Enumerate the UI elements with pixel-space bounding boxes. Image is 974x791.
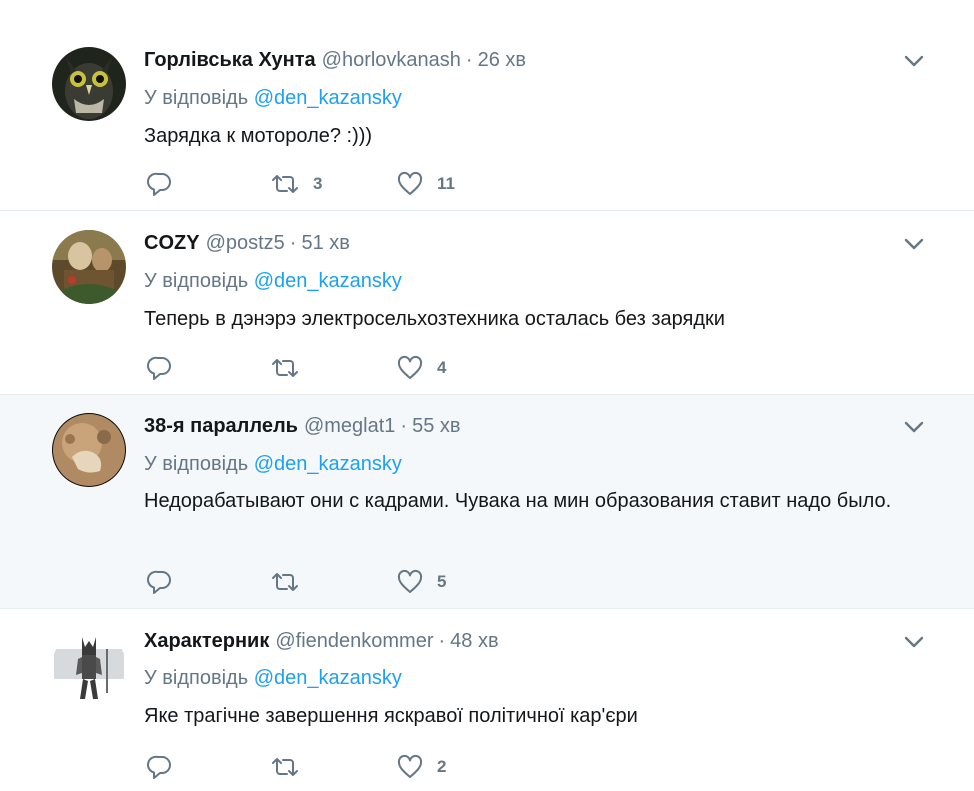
reply-button[interactable] [147, 567, 173, 597]
chevron-down-icon [904, 421, 924, 433]
heart-icon [397, 754, 423, 778]
timestamp[interactable]: 26 хв [478, 49, 526, 71]
separator: · [400, 415, 408, 437]
reply-mention-link[interactable]: @den_kazansky [254, 270, 402, 292]
reply-mention-link[interactable]: @den_kazansky [254, 87, 402, 109]
heart-icon [397, 569, 423, 593]
avatar[interactable] [52, 230, 126, 304]
tweet-menu-button[interactable] [902, 630, 926, 654]
like-count: 2 [437, 757, 447, 776]
reply-button[interactable] [147, 169, 173, 199]
timestamp[interactable]: 51 хв [301, 232, 349, 254]
warrior-avatar-icon [52, 629, 126, 703]
username[interactable]: @fiendenkommer [275, 630, 433, 652]
tweet-menu-button[interactable] [902, 232, 926, 256]
reply-icon [147, 755, 171, 779]
like-count: 5 [437, 572, 447, 591]
like-button[interactable]: 2 [397, 752, 446, 782]
reply-context: У відповідь @den_kazansky [144, 84, 402, 112]
reply-context: У відповідь @den_kazansky [144, 450, 402, 478]
timestamp[interactable]: 48 хв [450, 630, 498, 652]
heart-icon [397, 355, 423, 379]
tweet[interactable]: COZY @postz5 · 51 хв У відповідь @den_kazan… [0, 211, 974, 395]
tweet-text: Недорабатывают они с кадрами. Чувака на … [144, 490, 892, 512]
owl-avatar-icon [52, 47, 126, 121]
tweet-text: Яке трагічне завершення яскравої політич… [144, 705, 638, 727]
reply-button[interactable] [147, 752, 173, 782]
tweet-text: Зарядка к мотороле? :))) [144, 125, 373, 147]
like-button[interactable]: 11 [397, 169, 455, 199]
reply-context: У відповідь @den_kazansky [144, 664, 402, 692]
retweet-button[interactable] [271, 353, 313, 383]
tweet[interactable]: Характерник @fiendenkommer · 48 хв У відпов… [0, 609, 974, 791]
tweet-text: Теперь в дэнэрэ электросельхозтехника ос… [144, 308, 725, 330]
retweet-button[interactable] [271, 567, 313, 597]
like-button[interactable]: 4 [397, 353, 446, 383]
painting-avatar-icon [52, 230, 126, 304]
username[interactable]: @meglat1 [304, 415, 395, 437]
like-count: 11 [437, 174, 455, 193]
username[interactable]: @horlovkanash [322, 49, 461, 71]
reply-mention-link[interactable]: @den_kazansky [254, 453, 402, 475]
reply-prefix: У відповідь [144, 87, 249, 109]
like-button[interactable]: 5 [397, 567, 446, 597]
avatar[interactable] [52, 629, 126, 703]
reply-prefix: У відповідь [144, 270, 249, 292]
reply-prefix: У відповідь [144, 667, 249, 689]
retweet-icon [272, 573, 298, 591]
separator: · [465, 49, 473, 71]
retweet-icon [272, 758, 298, 776]
chevron-down-icon [904, 55, 924, 67]
timestamp[interactable]: 55 хв [412, 415, 460, 437]
retweet-icon [272, 175, 298, 193]
retweet-count: 3 [313, 174, 323, 193]
separator: · [289, 232, 297, 254]
retweet-icon [272, 359, 298, 377]
retweet-button[interactable]: 3 [271, 169, 322, 199]
reply-button[interactable] [147, 353, 173, 383]
separator: · [438, 630, 446, 652]
reply-icon [147, 172, 171, 196]
reply-icon [147, 570, 171, 594]
reply-mention-link[interactable]: @den_kazansky [254, 667, 402, 689]
replies-feed: Горлівська Хунта @horlovkanash · 26 хв У ві… [0, 0, 974, 791]
tweet-menu-button[interactable] [902, 49, 926, 73]
retweet-button[interactable] [271, 752, 313, 782]
username[interactable]: @postz5 [206, 232, 285, 254]
display-name[interactable]: 38-я параллель [144, 415, 298, 437]
tweet[interactable]: 38-я параллель @meglat1 · 55 хв У відповідь… [0, 395, 974, 609]
chevron-down-icon [904, 636, 924, 648]
avatar[interactable] [52, 47, 126, 121]
like-count: 4 [437, 358, 447, 377]
heart-icon [397, 171, 423, 195]
planet-avatar-icon [52, 413, 126, 487]
display-name[interactable]: Характерник [144, 630, 269, 652]
chevron-down-icon [904, 238, 924, 250]
reply-context: У відповідь @den_kazansky [144, 267, 402, 295]
avatar[interactable] [52, 413, 126, 487]
display-name[interactable]: Горлівська Хунта [144, 49, 316, 71]
tweet[interactable]: Горлівська Хунта @horlovkanash · 26 хв У ві… [0, 0, 974, 211]
tweet-menu-button[interactable] [902, 415, 926, 439]
reply-icon [147, 356, 171, 380]
reply-prefix: У відповідь [144, 453, 249, 475]
display-name[interactable]: COZY [144, 232, 200, 254]
